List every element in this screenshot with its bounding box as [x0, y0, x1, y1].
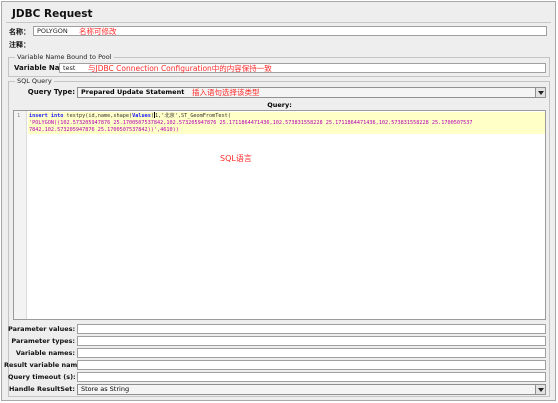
query-header: Query: — [267, 101, 292, 109]
query-timeout-input[interactable] — [77, 372, 546, 382]
sql-code[interactable]: insert into testpy(id,name,shape)Values(… — [29, 112, 543, 134]
variable-names-label: Variable names: — [15, 349, 75, 357]
query-type-annotation: 插入语句选择该类型 — [192, 88, 260, 97]
code-values: 1,'北京',ST_GeomFromText( — [154, 113, 231, 119]
handle-resultset-select[interactable]: Store as String — [77, 384, 546, 395]
parameter-values-label: Parameter values: — [8, 325, 76, 333]
sql-editor[interactable]: 1 insert into testpy(id,name,shape)Value… — [13, 110, 546, 320]
name-label: 名称： — [9, 28, 30, 36]
handle-resultset-dropdown-button[interactable] — [535, 385, 545, 394]
parameter-values-input[interactable] — [77, 324, 546, 334]
sql-query-group-title: SQL Query — [15, 77, 54, 85]
query-type-select[interactable]: Prepared Update Statement — [77, 87, 546, 98]
name-annotation: 名称可修改 — [79, 27, 117, 36]
query-timeout-label: Query timeout (s): — [8, 373, 76, 381]
query-type-label: Query Type: — [27, 88, 75, 96]
line-number: 1 — [17, 113, 21, 119]
line-number-gutter: 1 — [14, 111, 27, 319]
pool-annotation: 与JDBC Connection Configuration中的内容保持一致 — [88, 64, 272, 73]
chevron-down-icon — [537, 90, 544, 95]
code-table: testpy(id,name,shape) — [63, 113, 133, 119]
code-polygon-line: 'POLYGON((102.573205947876 25.1700507537… — [29, 120, 473, 126]
code-polygon-end: 7842,102.573205947876 25.1700507537842))… — [29, 127, 179, 133]
variable-names-input[interactable] — [77, 348, 546, 358]
parameter-types-input[interactable] — [77, 336, 546, 346]
parameter-types-label: Parameter types: — [11, 337, 75, 345]
title-divider — [6, 22, 551, 23]
result-variable-name-label: Result variable name: — [4, 361, 85, 369]
panel-title: JDBC Request — [12, 8, 93, 20]
comment-label: 注释： — [9, 41, 30, 49]
editor-annotation: SQL语言 — [220, 154, 252, 163]
query-type-value: Prepared Update Statement — [81, 88, 185, 96]
handle-resultset-label: Handle ResultSet: — [8, 385, 75, 393]
code-keyword-insert: insert into — [29, 113, 64, 119]
chevron-down-icon — [537, 387, 544, 392]
result-variable-name-input[interactable] — [77, 360, 546, 370]
jdbc-request-panel: JDBC Request 名称： POLYGON 名称可修改 注释： Varia… — [1, 1, 556, 401]
handle-resultset-value: Store as String — [81, 385, 130, 393]
query-type-dropdown-button[interactable] — [535, 88, 545, 97]
pool-group-title: Variable Name Bound to Pool — [15, 53, 114, 61]
code-keyword-values: Values — [132, 113, 151, 119]
